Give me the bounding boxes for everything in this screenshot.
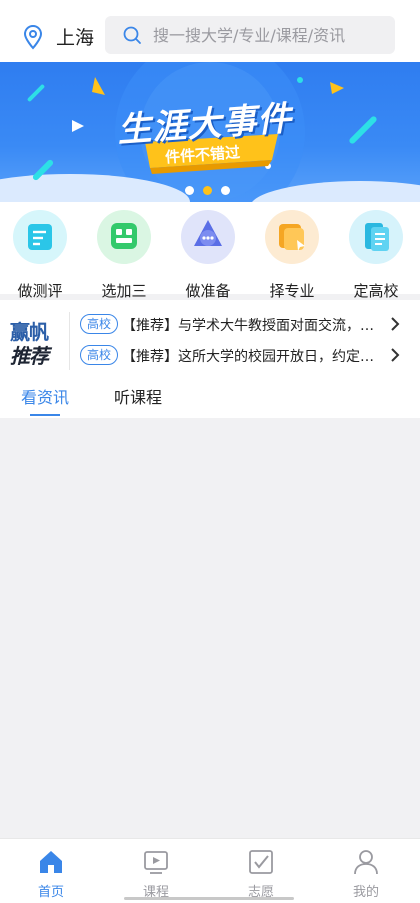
home-icon (40, 851, 62, 873)
tab-courses[interactable]: 听课程 (114, 384, 162, 408)
home-indicator[interactable] (124, 897, 294, 900)
profile-icon (354, 850, 378, 875)
bottom-navigation: 首页 课程 志愿 我的 (0, 838, 420, 903)
choose-college-icon (349, 210, 403, 264)
carousel-dot[interactable] (221, 186, 230, 195)
quick-actions: 做测评 选加三 做准备 择专业 定高校 (0, 202, 420, 300)
quick-action-assessment[interactable]: 做测评 (1, 210, 71, 300)
banner-carousel[interactable]: 生涯大事件 件件不错过 (0, 62, 420, 202)
news-item[interactable]: 高校 【推荐】这所大学的校园开放日，约定你了，快来报名参加吧 (80, 345, 410, 367)
nav-home[interactable]: 首页 (16, 847, 86, 900)
news-title: 【推荐】与学术大牛教授面对面交流，与名校学子畅谈学习生活 (122, 318, 384, 334)
nav-courses[interactable]: 课程 (121, 847, 191, 900)
quick-action-label: 做准备 (185, 282, 231, 300)
location-pin-icon[interactable] (21, 24, 45, 50)
assessment-icon (13, 210, 67, 264)
nav-volunteer[interactable]: 志愿 (226, 847, 296, 900)
news-item[interactable]: 高校 【推荐】与学术大牛教授面对面交流，与名校学子畅谈学习生活 (80, 314, 410, 336)
quick-action-prepare[interactable]: 做准备 (169, 210, 239, 300)
active-tab-indicator (30, 414, 60, 416)
carousel-dot[interactable] (185, 186, 194, 195)
quick-action-label: 择专业 (269, 282, 315, 300)
quick-action-choose-major[interactable]: 择专业 (253, 210, 323, 300)
top-header: 上海 (0, 0, 420, 62)
quick-action-label: 定高校 (353, 282, 399, 300)
quick-action-choose-college[interactable]: 定高校 (337, 210, 407, 300)
search-bar[interactable] (105, 16, 395, 54)
recommend-logo: 赢帆 推荐 (10, 316, 60, 368)
quick-action-label: 做测评 (17, 282, 63, 300)
nav-label: 首页 (37, 885, 64, 900)
carousel-dot-active[interactable] (203, 186, 212, 195)
choose-major-icon (265, 210, 319, 264)
nav-label: 我的 (352, 885, 379, 900)
quick-action-label: 选加三 (101, 282, 147, 300)
news-tag: 高校 (80, 314, 118, 334)
video-icon (144, 851, 168, 874)
chevron-right-icon (391, 348, 400, 362)
chevron-right-icon (391, 317, 400, 331)
search-icon (123, 26, 141, 44)
city-selector[interactable]: 上海 (56, 23, 94, 50)
quick-action-select-subjects[interactable]: 选加三 (85, 210, 155, 300)
checkbox-icon (249, 850, 273, 874)
search-input[interactable] (153, 24, 389, 46)
divider (69, 312, 70, 370)
select-subjects-icon (97, 210, 151, 264)
news-title: 【推荐】这所大学的校园开放日，约定你了，快来报名参加吧 (122, 349, 384, 365)
nav-profile[interactable]: 我的 (331, 847, 401, 900)
news-tag: 高校 (80, 345, 118, 365)
prepare-icon (181, 210, 235, 264)
tab-news[interactable]: 看资讯 (21, 384, 69, 408)
recommend-logo-line2: 推荐 (10, 344, 49, 368)
